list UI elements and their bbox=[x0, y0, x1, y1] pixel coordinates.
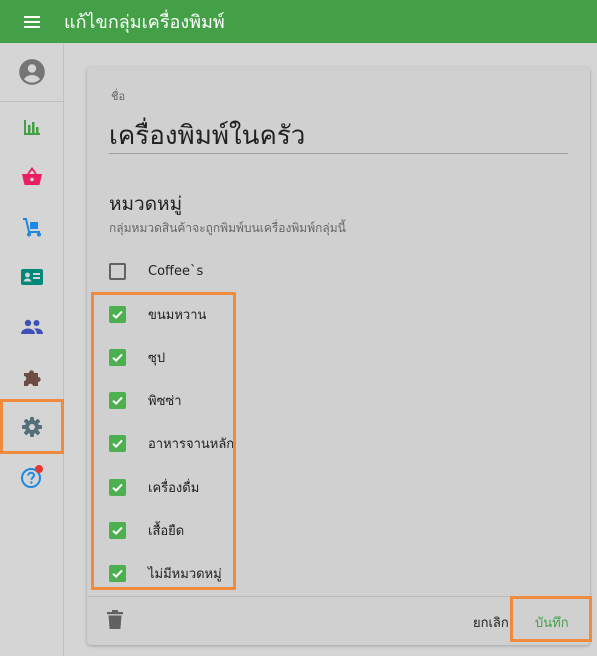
category-checkbox-row[interactable]: เสื้อยืด bbox=[109, 518, 184, 542]
puzzle-icon bbox=[24, 370, 41, 386]
category-checkbox-row[interactable]: เครื่องดื่ม bbox=[109, 475, 199, 499]
delete-button[interactable] bbox=[107, 610, 125, 630]
checkbox-checked-icon[interactable] bbox=[109, 348, 126, 366]
sidebar-item-employees[interactable] bbox=[0, 302, 64, 352]
category-label: พิซซ่า bbox=[148, 393, 182, 409]
checkbox-checked-icon[interactable] bbox=[109, 564, 126, 582]
checkbox-checked-icon[interactable] bbox=[109, 305, 126, 323]
save-button[interactable]: บันทึก bbox=[535, 612, 569, 633]
categories-title: หมวดหมู่ bbox=[109, 193, 183, 215]
sidebar-item-reports[interactable] bbox=[0, 102, 64, 152]
trash-icon bbox=[107, 610, 123, 629]
category-checkbox-row[interactable]: ซุป bbox=[109, 345, 165, 369]
sidebar bbox=[0, 43, 64, 656]
cancel-button[interactable]: ยกเลิก bbox=[473, 612, 509, 633]
category-label: เสื้อยืด bbox=[148, 523, 185, 539]
menu-button[interactable] bbox=[0, 0, 64, 43]
checkbox-checked-icon[interactable] bbox=[109, 391, 126, 409]
dolly-icon bbox=[23, 218, 41, 237]
category-label: ซุป bbox=[148, 350, 166, 366]
name-field-underline bbox=[109, 153, 568, 154]
category-label: อาหารจานหลัก bbox=[148, 436, 235, 452]
checkbox-checked-icon[interactable] bbox=[109, 434, 126, 452]
category-checkbox-row[interactable]: Coffee`s bbox=[109, 259, 203, 283]
sidebar-item-inventory[interactable] bbox=[0, 202, 64, 252]
sidebar-item-settings[interactable] bbox=[0, 402, 64, 452]
category-label: Coffee`s bbox=[148, 263, 204, 279]
app-bar: แก้ไขกลุ่มเครื่องพิมพ์ bbox=[0, 0, 597, 43]
category-checkbox-row[interactable]: อาหารจานหลัก bbox=[109, 431, 234, 455]
categories-subtitle: กลุ่มหมวดสินค้าจะถูกพิมพ์บนเครื่องพิมพ์ก… bbox=[109, 221, 346, 235]
menu-icon bbox=[24, 15, 40, 28]
sidebar-item-account[interactable] bbox=[0, 47, 64, 97]
bar-chart-icon bbox=[24, 120, 40, 135]
category-checkbox-row[interactable]: พิซซ่า bbox=[109, 388, 182, 412]
card-footer-divider bbox=[87, 596, 590, 597]
sidebar-item-help[interactable] bbox=[0, 452, 64, 502]
sidebar-item-customers[interactable] bbox=[0, 252, 64, 302]
category-label: ไม่มีหมวดหมู่ bbox=[148, 566, 222, 582]
people-icon bbox=[21, 319, 43, 334]
gear-icon bbox=[22, 417, 42, 437]
name-field-label: ชื่อ bbox=[111, 90, 126, 103]
category-checkbox-row[interactable]: ขนมหวาน bbox=[109, 302, 206, 326]
checkbox-checked-icon[interactable] bbox=[109, 521, 126, 539]
id-card-icon bbox=[21, 269, 43, 285]
name-field[interactable]: เครื่องพิมพ์ในครัว bbox=[109, 115, 305, 156]
edit-printer-group-card: ชื่อ เครื่องพิมพ์ในครัว หมวดหมู่ กลุ่มหม… bbox=[87, 67, 590, 645]
checkbox-unchecked-icon[interactable] bbox=[109, 262, 126, 280]
checkbox-checked-icon[interactable] bbox=[109, 478, 126, 496]
sidebar-item-apps[interactable] bbox=[0, 352, 64, 402]
category-label: ขนมหวาน bbox=[148, 307, 207, 323]
sidebar-item-sales[interactable] bbox=[0, 152, 64, 202]
help-icon bbox=[21, 465, 43, 488]
category-checkbox-row[interactable]: ไม่มีหมวดหมู่ bbox=[109, 561, 222, 585]
basket-icon bbox=[22, 167, 42, 185]
account-circle-icon bbox=[19, 59, 45, 85]
category-label: เครื่องดื่ม bbox=[148, 480, 200, 496]
page-title: แก้ไขกลุ่มเครื่องพิมพ์ bbox=[64, 12, 225, 33]
